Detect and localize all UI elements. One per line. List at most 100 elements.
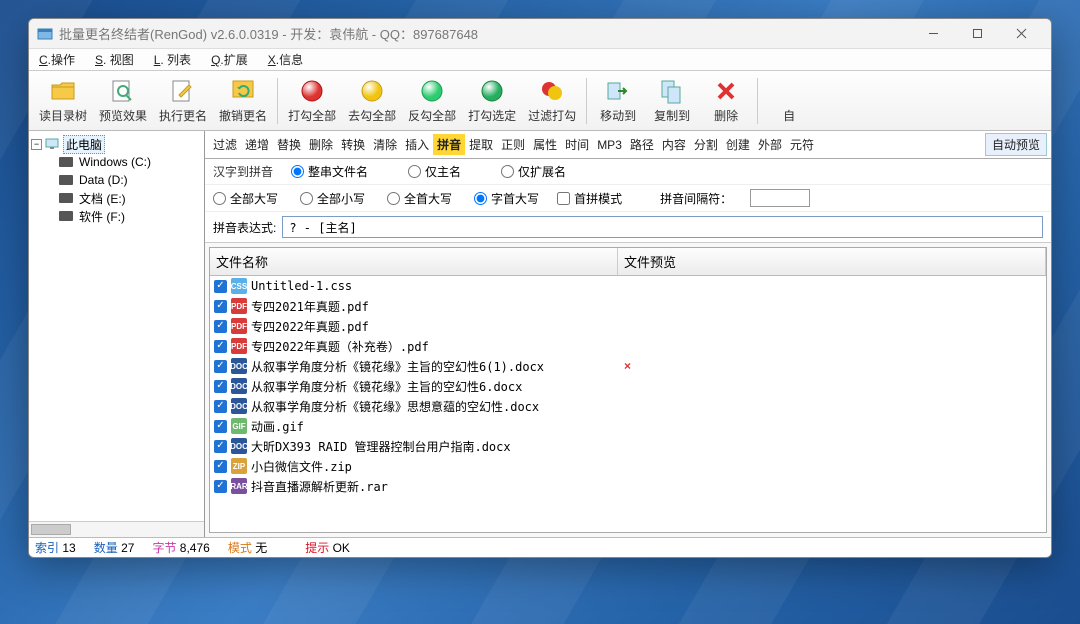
file-checkbox[interactable] — [214, 360, 227, 373]
menu-1[interactable]: S. 视图 — [89, 49, 140, 70]
check-sel-icon — [478, 77, 506, 105]
col-preview[interactable]: 文件预览 — [618, 248, 1046, 275]
row1-opt-2[interactable]: 仅扩展名 — [501, 163, 566, 180]
tab-分割[interactable]: 分割 — [690, 134, 722, 155]
tab-MP3[interactable]: MP3 — [593, 136, 626, 154]
file-list-header: 文件名称 文件预览 — [210, 248, 1046, 276]
tab-创建[interactable]: 创建 — [722, 134, 754, 155]
menu-2[interactable]: L. 列表 — [148, 49, 197, 70]
toolbar-preview[interactable]: 预览效果 — [93, 74, 153, 128]
toolbar-move-to[interactable]: 移动到 — [591, 74, 645, 128]
row2-opt-1[interactable]: 全部小写 — [300, 190, 365, 207]
tab-元符[interactable]: 元符 — [786, 134, 818, 155]
tab-内容[interactable]: 内容 — [658, 134, 690, 155]
minimize-button[interactable] — [911, 20, 955, 48]
file-type-icon: PDF — [231, 298, 247, 314]
file-row[interactable]: ZIP小白微信文件.zip — [210, 456, 1046, 476]
tab-过滤[interactable]: 过滤 — [209, 134, 241, 155]
file-checkbox[interactable] — [214, 320, 227, 333]
toolbar-read-tree[interactable]: 读目录树 — [33, 74, 93, 128]
file-list-body[interactable]: CSSUntitled-1.cssPDF专四2021年真题.pdfPDF专四20… — [210, 276, 1046, 532]
file-checkbox[interactable] — [214, 380, 227, 393]
tree-drive-1[interactable]: Data (D:) — [31, 171, 202, 189]
file-row[interactable]: CSSUntitled-1.css — [210, 276, 1046, 296]
menubar: C.操作 S. 视图 L. 列表 Q.扩展 X.信息 — [29, 49, 1051, 71]
menu-3[interactable]: Q.扩展 — [205, 49, 254, 70]
file-row[interactable]: DOC从叙事学角度分析《镜花缘》主旨的空幻性6(1).docx× — [210, 356, 1046, 376]
folder-tree[interactable]: −此电脑Windows (C:)Data (D:)文档 (E:)软件 (F:) — [29, 131, 204, 521]
file-type-icon: DOC — [231, 358, 247, 374]
toolbar-delete[interactable]: 删除 — [699, 74, 753, 128]
file-checkbox[interactable] — [214, 420, 227, 433]
menu-4[interactable]: X.信息 — [262, 49, 309, 70]
row1-opt-1[interactable]: 仅主名 — [408, 163, 461, 180]
row2-opt-2[interactable]: 全首大写 — [387, 190, 452, 207]
file-checkbox[interactable] — [214, 480, 227, 493]
tab-删除[interactable]: 删除 — [305, 134, 337, 155]
main-panel: 过滤递增替换删除转换清除插入拼音提取正则属性时间MP3路径内容分割创建外部元符 自… — [205, 131, 1051, 537]
toolbar-filter-check[interactable]: 过滤打勾 — [522, 74, 582, 128]
file-row[interactable]: DOC大昕DX393 RAID 管理器控制台用户指南.docx — [210, 436, 1046, 456]
tab-提取[interactable]: 提取 — [465, 134, 497, 155]
toolbar-check-sel[interactable]: 打勾选定 — [462, 74, 522, 128]
window-title: 批量更名终结者(RenGod) v2.6.0.0319 - 开发：袁伟航 - Q… — [59, 24, 911, 43]
file-name: 抖音直播源解析更新.rar — [251, 478, 388, 495]
row2-opt-0[interactable]: 全部大写 — [213, 190, 278, 207]
file-checkbox[interactable] — [214, 300, 227, 313]
tab-时间[interactable]: 时间 — [561, 134, 593, 155]
toolbar-undo[interactable]: 撤销更名 — [213, 74, 273, 128]
tab-清除[interactable]: 清除 — [369, 134, 401, 155]
separator-input[interactable] — [750, 189, 810, 207]
row1-opt-0[interactable]: 整串文件名 — [291, 163, 368, 180]
tab-转换[interactable]: 转换 — [337, 134, 369, 155]
first-pinyin-mode-check[interactable]: 首拼模式 — [557, 190, 622, 207]
operation-tabs: 过滤递增替换删除转换清除插入拼音提取正则属性时间MP3路径内容分割创建外部元符 自… — [205, 131, 1051, 159]
file-row[interactable]: PDF专四2021年真题.pdf — [210, 296, 1046, 316]
tab-路径[interactable]: 路径 — [626, 134, 658, 155]
toolbar-auto[interactable]: 自 — [762, 74, 816, 128]
file-checkbox[interactable] — [214, 280, 227, 293]
maximize-button[interactable] — [955, 20, 999, 48]
file-row[interactable]: GIF动画.gif — [210, 416, 1046, 436]
close-button[interactable] — [999, 20, 1043, 48]
file-checkbox[interactable] — [214, 460, 227, 473]
file-row[interactable]: RAR抖音直播源解析更新.rar — [210, 476, 1046, 496]
file-checkbox[interactable] — [214, 440, 227, 453]
toolbar-invert[interactable]: 反勾全部 — [402, 74, 462, 128]
tree-drive-0[interactable]: Windows (C:) — [31, 153, 202, 171]
tab-拼音[interactable]: 拼音 — [433, 134, 465, 155]
file-type-icon: CSS — [231, 278, 247, 294]
file-checkbox[interactable] — [214, 400, 227, 413]
toolbar-separator — [757, 78, 758, 124]
file-row[interactable]: DOC从叙事学角度分析《镜花缘》主旨的空幻性6.docx — [210, 376, 1046, 396]
auto-preview-toggle[interactable]: 自动预览 — [985, 133, 1047, 156]
tab-外部[interactable]: 外部 — [754, 134, 786, 155]
tab-属性[interactable]: 属性 — [529, 134, 561, 155]
tab-替换[interactable]: 替换 — [273, 134, 305, 155]
file-row[interactable]: PDF专四2022年真题.pdf — [210, 316, 1046, 336]
file-type-icon: RAR — [231, 478, 247, 494]
tab-正则[interactable]: 正则 — [497, 134, 529, 155]
tab-插入[interactable]: 插入 — [401, 134, 433, 155]
tab-递增[interactable]: 递增 — [241, 134, 273, 155]
sidebar: −此电脑Windows (C:)Data (D:)文档 (E:)软件 (F:) — [29, 131, 205, 537]
expression-input[interactable] — [282, 216, 1043, 238]
sidebar-scrollbar[interactable] — [29, 521, 204, 537]
file-name: 小白微信文件.zip — [251, 458, 352, 475]
uncheck-all-icon — [358, 77, 386, 105]
file-row[interactable]: PDF专四2022年真题（补充卷）.pdf — [210, 336, 1046, 356]
tree-drive-2[interactable]: 文档 (E:) — [31, 189, 202, 207]
file-checkbox[interactable] — [214, 340, 227, 353]
toolbar-copy-to[interactable]: 复制到 — [645, 74, 699, 128]
file-type-icon: PDF — [231, 318, 247, 334]
col-filename[interactable]: 文件名称 — [210, 248, 618, 275]
menu-0[interactable]: C.操作 — [33, 49, 81, 70]
toolbar-check-all[interactable]: 打勾全部 — [282, 74, 342, 128]
toolbar-uncheck-all[interactable]: 去勾全部 — [342, 74, 402, 128]
row2-opt-3[interactable]: 字首大写 — [474, 190, 539, 207]
tree-drive-3[interactable]: 软件 (F:) — [31, 207, 202, 225]
invert-icon — [418, 77, 446, 105]
toolbar-exec[interactable]: 执行更名 — [153, 74, 213, 128]
file-row[interactable]: DOC从叙事学角度分析《镜花缘》思想意蕴的空幻性.docx — [210, 396, 1046, 416]
tree-root[interactable]: −此电脑 — [31, 135, 202, 153]
